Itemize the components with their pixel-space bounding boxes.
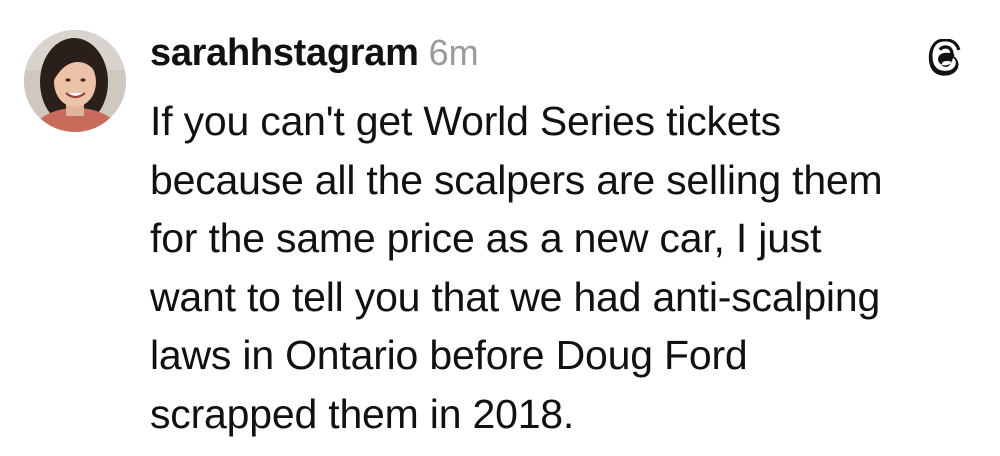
avatar-photo-icon <box>24 30 126 132</box>
post-text-line: want to tell you that we had anti-scalpi… <box>150 273 881 320</box>
thread-post: sarahhstagram 6m If you can't get World … <box>0 0 1000 456</box>
post-text-line: for the same price as a new car, I just <box>150 215 822 261</box>
post-text-line: If you can't get World Series tickets <box>150 98 781 144</box>
avatar[interactable] <box>24 30 126 132</box>
post-text-line: because all the scalpers are selling the… <box>150 156 883 203</box>
post-timestamp: 6m <box>428 32 479 73</box>
threads-logo-icon[interactable] <box>927 38 967 79</box>
username-link[interactable]: sarahhstagram <box>150 32 419 75</box>
post-text-line: scrapped them in 2018. <box>150 390 575 437</box>
post-header: sarahhstagram 6m <box>150 32 479 78</box>
post-body: If you can't get World Series tickets be… <box>150 92 980 443</box>
post-text-line: laws in Ontario before Doug Ford <box>150 332 748 378</box>
